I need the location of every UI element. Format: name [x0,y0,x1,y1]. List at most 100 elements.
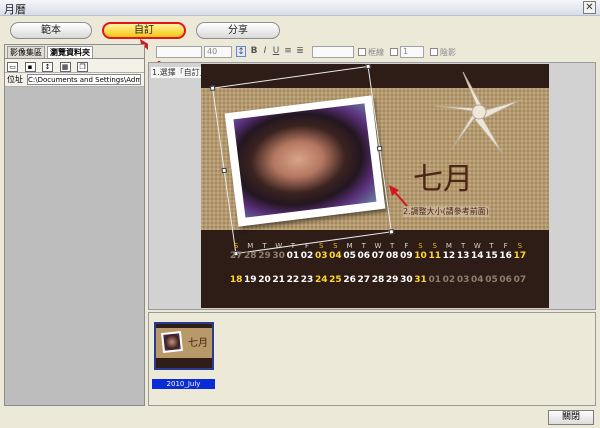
weekday-label: M [346,242,353,250]
format-toolbar: 40 ↕ B I U ≡ ≣ 框線 1 陰影 [148,44,596,61]
weekday-label: W [275,242,283,250]
date-cell: 13 [456,251,470,261]
border-checkbox[interactable] [358,48,366,56]
tab-image-collection[interactable]: 影像集區 [7,46,45,58]
date-cell: 06 [357,251,371,261]
resize-handle-nw[interactable] [209,85,216,92]
date-cell: 11 [428,251,441,261]
date-cell: 30 [400,275,413,285]
weekday-label: T [489,242,494,250]
date-cell: 28 [371,275,385,285]
date-cell: 07 [371,251,385,261]
weekday-label: S [418,242,423,250]
copy-icon[interactable]: ❐ [77,62,88,72]
grid-icon[interactable]: ▦ [59,62,71,72]
shadow-checkbox[interactable] [430,48,438,56]
date-cell: 18 [229,275,243,285]
date-cell: 22 [286,275,300,285]
date-cell: 04 [329,251,342,261]
date-cell: 12 [442,251,456,261]
underline-icon[interactable]: U [271,46,281,57]
date-cell: 05 [343,251,356,261]
weekday-label: W [374,242,382,250]
title-bar: 月曆 ✕ [0,0,600,16]
template-button[interactable]: 範本 [10,22,92,39]
date-cell: 24 [314,275,328,285]
date-cell: 07 [513,275,527,285]
date-cell: 04 [471,275,484,285]
tab-browse-folder[interactable]: 瀏覽資料夾 [47,46,93,58]
vertical-text-icon[interactable]: ↕ [236,46,246,57]
date-cell: 06 [499,275,512,285]
date-cell: 03 [314,251,328,261]
color-select[interactable] [312,46,354,58]
sort-icon[interactable]: ↕ [42,62,53,72]
date-cell: 28 [244,251,257,261]
date-cell: 02 [442,275,456,285]
date-cell: 31 [414,275,427,285]
weekday-label: S [233,242,239,250]
date-cell: 03 [456,275,470,285]
weekday-label: F [503,242,508,250]
font-size-select[interactable]: 40 [204,46,232,58]
weekday-label: W [473,242,481,250]
resize-handle-e[interactable] [376,145,383,152]
calendar-thumbnail[interactable]: 七月 [154,322,214,370]
date-cell: 09 [400,251,413,261]
line-color-swatch[interactable] [390,48,398,56]
thumbnail-label[interactable]: 2010_July [152,379,215,389]
weekday-label: M [445,242,452,250]
align-center-icon[interactable]: ≣ [295,46,305,57]
date-cell: 05 [485,275,498,285]
weekday-label: T [290,242,295,250]
weekday-label: F [305,242,310,250]
shadow-label: 陰影 [440,48,456,57]
date-cell: 25 [329,275,342,285]
weekday-label: F [404,242,409,250]
path-field[interactable]: C:\Documents and Settings\Administrator [27,74,141,85]
resize-handle-ne[interactable] [365,64,371,70]
close-icon[interactable]: ✕ [583,1,596,14]
weekday-row: SMTWTFSSMTWTFSSMTWTFS [229,242,527,250]
date-cell: 17 [513,251,527,261]
thumbnail-month: 七月 [188,338,208,349]
line-size-select[interactable]: 1 [400,46,424,58]
date-cell: 16 [499,251,512,261]
bold-icon[interactable]: B [249,46,259,57]
resize-handle-w[interactable] [221,167,228,174]
path-label: 位址 [7,75,23,84]
date-cell: 19 [244,275,257,285]
selection-box[interactable] [209,64,395,257]
starfish-icon [434,71,522,155]
step1-annotation: 1.選擇「自訂」 [151,67,209,78]
date-cell: 30 [272,251,285,261]
open-folder-icon[interactable]: ▭ [7,62,18,72]
weekday-label: T [262,242,267,250]
share-button[interactable]: 分享 [196,22,280,39]
date-cell: 08 [385,251,399,261]
save-icon[interactable]: ▪ [24,62,36,72]
date-cell: 21 [272,275,285,285]
weekday-label: T [361,242,366,250]
resize-handle-se[interactable] [388,228,395,235]
date-cell: 10 [414,251,427,261]
date-row-2: 18 19 20 21 22 23 24 25 26 27 28 29 30 31 01 02 03 04 05 06… [229,275,527,285]
annotation-arrow-2 [389,185,408,207]
month-title: 七月 [413,162,473,197]
weekday-label: T [390,242,395,250]
weekday-label: T [460,242,466,250]
font-family-select[interactable] [156,46,202,58]
weekday-label: S [318,242,324,250]
calendar-page: 七月 2.調整大小(請參考前面) SMTWTFSSMTWTFSSMTWTFS 2… [201,64,549,308]
date-cell: 14 [471,251,484,261]
date-cell: 01 [428,275,441,285]
align-left-icon[interactable]: ≡ [283,46,293,57]
left-tabs: 影像集區 瀏覽資料夾 [5,45,144,59]
italic-icon[interactable]: I [260,46,270,57]
close-button[interactable]: 關閉 [548,410,594,425]
thumbnail-strip: 七月 2010_July [148,312,596,406]
editing-canvas: 1.選擇「自訂」 七月 2.調整大小(請參考前面) S M T W T F S … [148,62,596,310]
date-cell: 27 [229,251,243,261]
date-cell: 29 [258,251,271,261]
step2-annotation: 2.調整大小(請參考前面) [403,206,489,217]
